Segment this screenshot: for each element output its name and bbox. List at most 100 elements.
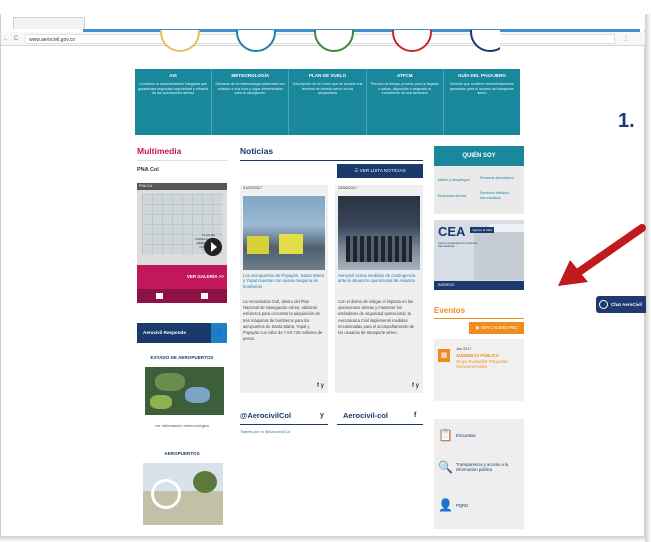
quien-soy-header: QUIÉN SOY — [434, 146, 524, 166]
divider — [240, 160, 423, 161]
tab-strip — [7, 14, 646, 30]
quien-soy-item[interactable]: Servicios Médicos Aeronáuticos — [480, 191, 520, 200]
nav-text: Destacar de la meteorología observada co… — [215, 82, 286, 96]
nav-title: METEOROLOGÍA — [231, 73, 270, 78]
browser-tab[interactable] — [13, 17, 85, 29]
nav-text: Conforme la documentación integrada que … — [138, 82, 208, 96]
person-icon: 👤 — [438, 498, 453, 512]
aeropuertos-image[interactable] — [143, 463, 223, 525]
gallery-bar: VER GALERÍA >> — [137, 265, 227, 289]
cea-logo: CEA — [438, 224, 466, 239]
twitter-icon[interactable]: y — [320, 412, 324, 419]
event-date: Jan 2017 — [456, 347, 472, 351]
multimedia-subtitle: PNA Col — [137, 167, 159, 173]
nav-text: Sección que contiene recomendaciones gen… — [450, 82, 514, 96]
link-pqrd[interactable]: 👤 PQRD — [438, 497, 516, 513]
event-subtitle[interactable]: Grupo Evaluador Proyectos Aerocomerciale… — [456, 359, 520, 369]
nav-meteorologia[interactable]: METEOROLOGÍA Destacar de la meteorología… — [212, 69, 290, 135]
news-date: 23/06/2017 — [338, 186, 358, 190]
event-title[interactable]: AUDIENCIA PÚBLICA — [456, 353, 499, 358]
chat-icon — [599, 300, 608, 309]
chat-button[interactable]: Chat AeroCivil — [596, 296, 646, 313]
calendar-label: VER CALENDARIO — [480, 325, 518, 330]
twitter-feed-link[interactable]: Tweets por el @AerocivilCol — [240, 429, 290, 434]
slide: ← C www.aerocivil.gov.co ⋮ AIS Conforme … — [0, 0, 651, 542]
search-document-icon: 🔍 — [438, 460, 453, 474]
news-image[interactable] — [243, 196, 325, 270]
eventos-title: Eventos — [434, 306, 466, 315]
divider — [434, 318, 524, 319]
divider — [240, 424, 328, 425]
aerocivil-logo-icon — [151, 479, 181, 509]
twitter-title[interactable]: @AerocivilCol — [240, 411, 291, 420]
responde-label: Aerocivil Responde — [143, 330, 186, 335]
news-date: 01/03/2017 — [243, 186, 263, 190]
gallery-icons — [137, 289, 227, 303]
meteorologia-icon[interactable] — [236, 30, 276, 52]
news-title: Noticias — [240, 146, 274, 156]
quien-soy-links: Misión y despliegue Personal aeronáutico… — [434, 166, 524, 214]
person-icon: 👤 — [211, 323, 227, 343]
video-player[interactable]: PNA Col PLAN DE NAVEGACIÓN AÉREA PARA CO… — [137, 183, 227, 265]
news-list-label: VER LISTA NOTICIAS — [359, 168, 406, 173]
cea-banner[interactable]: CEA Ingreso al CEA Centro de Estudios de… — [434, 220, 524, 290]
share-icons[interactable]: f y — [317, 383, 324, 389]
facebook-title[interactable]: Aerocivil-col — [343, 411, 388, 420]
facebook-icon[interactable]: f — [414, 412, 416, 419]
nav-text: Período de tiempo previsto para la llega… — [370, 82, 439, 96]
video-title-bar: PNA Col — [137, 183, 227, 190]
nav-text: Descripción de un vuelo que se somete a … — [292, 82, 363, 96]
camera-icon[interactable] — [201, 293, 208, 299]
news-card[interactable]: 01/03/2017 Los aeropuertos de Popayán, S… — [240, 185, 328, 393]
link-encuestas[interactable]: 📋 Encuestas — [438, 427, 516, 443]
quien-soy-item[interactable]: Personal aeronáutico — [480, 176, 520, 181]
news-list-button[interactable]: ☰ VER LISTA NOTICIAS — [337, 164, 423, 178]
event-item[interactable]: ▦ Jan 2017 AUDIENCIA PÚBLICA Grupo Evalu… — [434, 339, 524, 401]
news-card[interactable]: 23/06/2017 Aerocivil activa medidas de c… — [335, 185, 423, 393]
news-headline[interactable]: Los aeropuertos de Popayán, Santa Marta … — [243, 273, 325, 289]
cea-tag: Ingreso al CEA — [470, 227, 495, 233]
nav-guia-pasajero[interactable]: GUÍA DEL PASAJERO Sección que contiene r… — [444, 69, 520, 135]
nav-title: PLAN DE VUELO — [308, 73, 347, 78]
divider — [337, 424, 423, 425]
nav-title: GUÍA DEL PASAJERO — [457, 73, 506, 78]
aerocivil-responde-button[interactable]: Aerocivil Responde 👤 — [137, 323, 227, 343]
plan-de-vuelo-icon[interactable] — [314, 30, 354, 52]
nav-title: AIS — [169, 73, 177, 78]
guia-icon[interactable] — [470, 30, 500, 52]
gallery-link[interactable]: VER GALERÍA >> — [187, 274, 224, 279]
divider — [137, 160, 227, 161]
menu-icon[interactable]: ⋮ — [623, 35, 629, 42]
refresh-icon[interactable]: C — [11, 36, 21, 42]
back-icon[interactable]: ← — [1, 36, 11, 42]
top-icon-row — [140, 30, 500, 60]
share-icons[interactable]: f y — [412, 383, 419, 389]
quien-soy-item[interactable]: Misión y despliegue — [438, 178, 478, 183]
calendar-icon: ▦ — [438, 349, 450, 362]
cea-ingreso-button[interactable]: INGRESO — [434, 281, 524, 290]
news-image[interactable] — [338, 196, 420, 270]
quien-soy-item[interactable]: Empresas Aéreas — [438, 194, 478, 199]
news-headline[interactable]: Aerocivil activa medidas de contingencia… — [338, 273, 420, 284]
page-shadow — [0, 536, 645, 542]
link-transparencia[interactable]: 🔍 Transparencia y acceso a la informació… — [438, 459, 516, 475]
clipboard-icon: 📋 — [438, 428, 453, 442]
nav-plan-de-vuelo[interactable]: PLAN DE VUELO Descripción de un vuelo qu… — [289, 69, 367, 135]
meteo-link[interactable]: ver información meteorológica — [137, 423, 227, 428]
quick-links: 📋 Encuestas 🔍 Transparencia y acceso a l… — [434, 419, 524, 529]
calendar-button[interactable]: ▦ VER CALENDARIO — [469, 322, 524, 334]
ais-icon[interactable] — [160, 30, 200, 52]
nav-atfcm[interactable]: ATFCM Período de tiempo previsto para la… — [367, 69, 444, 135]
play-icon[interactable] — [204, 238, 222, 256]
aeropuertos-title: AEROPUERTOS — [164, 451, 200, 456]
nav-ais[interactable]: AIS Conforme la documentación integrada … — [135, 69, 213, 135]
weather-radar-image[interactable] — [145, 367, 224, 415]
image-icon[interactable] — [156, 293, 163, 299]
service-nav: AIS Conforme la documentación integrada … — [135, 69, 520, 135]
red-arrow-icon — [558, 224, 646, 286]
link-label: Encuestas — [456, 432, 476, 438]
estado-aeropuertos-title: ESTADO DE AEROPUERTOS — [150, 355, 214, 360]
step-number: 1. — [618, 110, 635, 132]
atfcm-icon[interactable] — [392, 30, 432, 52]
multimedia-title: Multimedia — [137, 146, 182, 156]
